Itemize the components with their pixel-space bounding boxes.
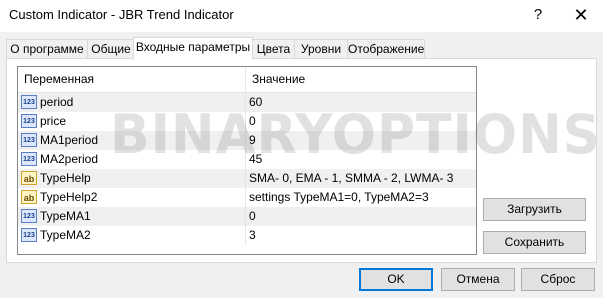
variable-name: period [40, 95, 74, 109]
tab-levels[interactable]: Уровни [294, 39, 348, 59]
name-cell: 123 TypeMA1 [18, 207, 245, 226]
numeric-type-icon: 123 [21, 152, 37, 166]
variable-name: TypeMA1 [40, 209, 91, 223]
value-cell[interactable]: 45 [246, 150, 476, 169]
window-title: Custom Indicator - JBR Trend Indicator [9, 7, 234, 22]
parameters-table: Переменная Значение 123 period 60 123 pr… [17, 66, 477, 255]
name-cell: 123 MA2period [18, 150, 245, 169]
numeric-type-icon: 123 [21, 133, 37, 147]
table-row[interactable]: 123 MA1period 9 [18, 131, 476, 150]
table-row[interactable]: ab TypeHelp SMA- 0, EMA - 1, SMMA - 2, L… [18, 169, 476, 188]
tab-about[interactable]: О программе [6, 39, 88, 59]
cancel-button[interactable]: Отмена [441, 268, 515, 291]
help-button[interactable]: ? [528, 4, 548, 26]
tab-colors[interactable]: Цвета [252, 39, 295, 59]
variable-name: MA2period [40, 152, 99, 166]
name-cell: ab TypeHelp2 [18, 188, 245, 207]
value-cell[interactable]: 0 [246, 112, 476, 131]
name-cell: 123 MA1period [18, 131, 245, 150]
column-header-value[interactable]: Значение [246, 67, 305, 92]
value-cell[interactable]: 3 [246, 226, 476, 245]
value-cell[interactable]: 0 [246, 207, 476, 226]
string-type-icon: ab [21, 171, 37, 185]
name-cell: 123 TypeMA2 [18, 226, 245, 245]
reset-button[interactable]: Сброс [521, 268, 595, 291]
value-cell[interactable]: 9 [246, 131, 476, 150]
variable-name: TypeMA2 [40, 228, 91, 242]
table-row[interactable]: ab TypeHelp2 settings TypeMA1=0, TypeMA2… [18, 188, 476, 207]
tab-general[interactable]: Общие [87, 39, 135, 59]
table-header: Переменная Значение [18, 67, 476, 93]
string-type-icon: ab [21, 190, 37, 204]
variable-name: MA1period [40, 133, 99, 147]
save-button[interactable]: Сохранить [483, 231, 586, 254]
numeric-type-icon: 123 [21, 228, 37, 242]
value-cell[interactable]: 60 [246, 93, 476, 112]
table-row[interactable]: 123 MA2period 45 [18, 150, 476, 169]
numeric-type-icon: 123 [21, 114, 37, 128]
table-row[interactable]: 123 TypeMA1 0 [18, 207, 476, 226]
value-cell[interactable]: settings TypeMA1=0, TypeMA2=3 [246, 188, 476, 207]
column-header-variable[interactable]: Переменная [18, 67, 94, 92]
ok-button[interactable]: OK [359, 268, 433, 291]
table-row[interactable]: 123 TypeMA2 3 [18, 226, 476, 245]
table-row[interactable]: 123 price 0 [18, 112, 476, 131]
name-cell: 123 period [18, 93, 245, 112]
title-bar: Custom Indicator - JBR Trend Indicator ?… [0, 0, 603, 32]
name-cell: 123 price [18, 112, 245, 131]
value-cell[interactable]: SMA- 0, EMA - 1, SMMA - 2, LWMA- 3 [246, 169, 476, 188]
load-button[interactable]: Загрузить [483, 198, 586, 221]
variable-name: TypeHelp [40, 171, 91, 185]
tab-display[interactable]: Отображение [347, 39, 425, 59]
close-button[interactable]: ✕ [570, 4, 592, 26]
table-row[interactable]: 123 period 60 [18, 93, 476, 112]
numeric-type-icon: 123 [21, 95, 37, 109]
variable-name: price [40, 114, 67, 128]
variable-name: TypeHelp2 [40, 190, 98, 204]
tab-input-parameters[interactable]: Входные параметры [133, 37, 253, 60]
numeric-type-icon: 123 [21, 209, 37, 223]
name-cell: ab TypeHelp [18, 169, 245, 188]
